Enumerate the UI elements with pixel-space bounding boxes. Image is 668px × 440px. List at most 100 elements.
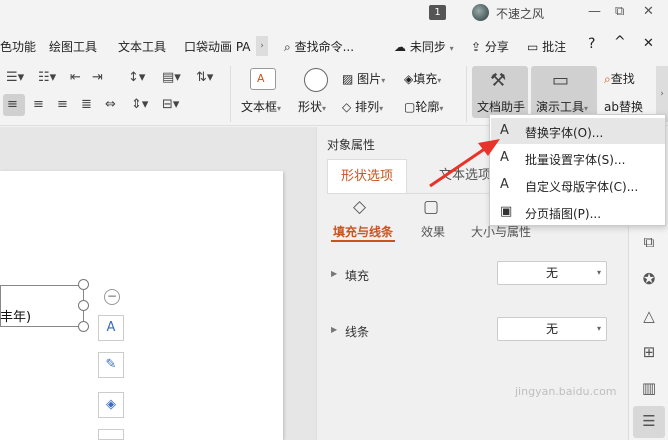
resize-handle[interactable] [78, 321, 89, 332]
effect-icon[interactable]: ▢ [423, 197, 439, 217]
close-window-button[interactable]: ✕ [643, 4, 654, 19]
justify-icon[interactable]: ≣ [81, 97, 92, 112]
active-tab-underline [331, 240, 395, 242]
share-label: 分享 [484, 40, 509, 54]
textbox-button[interactable]: 文本框▾ [241, 98, 281, 115]
fill-label: 填充 [413, 72, 438, 86]
expand-arrow-icon[interactable]: ▶ [331, 269, 337, 278]
present-tools-menu: A 替换字体(O)... A 批量设置字体(S)... A 自定义母版字体(C)… [489, 114, 666, 226]
collapse-ribbon-button[interactable]: ^ [614, 34, 626, 50]
tab-pocket-animation[interactable]: 口袋动画 PA [184, 38, 251, 55]
sub-tab-fill-line[interactable]: 填充与线条 [333, 223, 393, 240]
chevron-down-icon: ▾ [322, 104, 327, 113]
share-button[interactable]: ⇪ 分享 [471, 38, 509, 55]
tab-text-options[interactable]: 文本选项 [439, 159, 491, 193]
find-button[interactable]: ⌕查找 [604, 70, 635, 87]
resize-handle[interactable] [78, 279, 89, 290]
bullet-list-icon[interactable]: ☰▾ [6, 70, 24, 85]
search-icon: ⌕ [604, 72, 611, 86]
shape-icon[interactable] [304, 68, 328, 92]
menu-item-label: 替换字体(O)... [525, 126, 604, 140]
more-tools-icon[interactable] [98, 429, 124, 440]
chevron-down-icon: ▾ [277, 104, 282, 113]
minimize-button[interactable]: — [588, 4, 601, 19]
menu-item-master-font[interactable]: A 自定义母版字体(C)... [491, 172, 665, 198]
textbox-icon[interactable]: A [250, 68, 276, 90]
layers-icon[interactable]: △ [639, 307, 659, 327]
fill-bucket-icon[interactable]: ◈ [98, 392, 124, 418]
picture-icon: ▨ [342, 72, 354, 86]
shape-text: 丰年) [0, 310, 32, 325]
image-icon: ▣ [500, 204, 513, 219]
search-icon: ⌕ [284, 40, 291, 54]
tab-shape-options[interactable]: 形状选项 [327, 159, 407, 193]
fill-button[interactable]: ◈填充▾ [404, 70, 441, 87]
align-right-icon[interactable]: ≡ [57, 97, 68, 112]
present-tools-label: 演示工具 [536, 100, 585, 114]
window-count-badge[interactable]: 1 [429, 5, 446, 20]
comment-icon: ▭ [527, 40, 539, 54]
chevron-down-icon: ▾ [439, 104, 444, 113]
comment-button[interactable]: ▭ 批注 [527, 38, 566, 55]
copy-icon[interactable]: ⧉ [639, 233, 659, 253]
tab-text-tools[interactable]: 文本工具 [118, 38, 166, 55]
fill-label[interactable]: 填充 [345, 267, 369, 284]
expand-arrow-icon[interactable]: ▶ [331, 325, 337, 334]
menu-item-page-illustration[interactable]: ▣ 分页插图(P)... [491, 199, 665, 225]
text-direction-icon[interactable]: ⇅▾ [196, 70, 213, 85]
align-text-icon[interactable]: ⊟▾ [162, 97, 179, 112]
shape-label: 形状 [298, 100, 323, 114]
find-label: 查找 [610, 72, 635, 86]
distribute-icon[interactable]: ⇔ [105, 97, 116, 112]
chart-icon[interactable]: ▥ [639, 379, 659, 399]
arrange-button[interactable]: ◇ 排列▾ [342, 98, 383, 115]
line-select[interactable]: 无 ▾ [497, 317, 607, 341]
sub-tab-effect[interactable]: 效果 [421, 223, 445, 240]
doc-helper-button[interactable]: 文档助手 [477, 98, 525, 115]
shape-button[interactable]: 形状▾ [298, 98, 326, 115]
text-format-icon[interactable]: A [98, 315, 124, 341]
badge-icon[interactable]: ✪ [639, 270, 659, 290]
sync-label: 未同步 [409, 40, 446, 54]
brush-icon[interactable]: ✎ [98, 352, 124, 378]
settings-sliders-icon[interactable]: ☰ [639, 412, 659, 432]
present-tools-button[interactable]: 演示工具▾ [536, 98, 588, 115]
line-label[interactable]: 线条 [345, 323, 369, 340]
share-icon: ⇪ [471, 40, 482, 54]
fill-line-icon[interactable]: ◇ [353, 197, 366, 217]
increase-indent-icon[interactable]: ⇥ [92, 70, 103, 85]
title-bar: 1 不速之风 — ⧉ ✕ [0, 0, 668, 26]
close-tab-button[interactable]: ✕ [643, 36, 654, 51]
menu-item-batch-font[interactable]: A 批量设置字体(S)... [491, 145, 665, 171]
arrange-icon: ◇ [342, 100, 352, 114]
arrange-label: 排列 [355, 100, 380, 114]
decrease-indent-icon[interactable]: ⇤ [70, 70, 81, 85]
resize-handle[interactable] [78, 300, 89, 311]
menu-item-replace-font[interactable]: A 替换字体(O)... [491, 118, 665, 144]
tabs-more-arrow[interactable]: › [256, 36, 268, 56]
fill-select[interactable]: 无 ▾ [497, 261, 607, 285]
paragraph-spacing-icon[interactable]: ⇕▾ [131, 97, 148, 112]
tab-color-function[interactable]: 色功能 [0, 38, 36, 55]
font-master-icon: A [500, 177, 509, 192]
username[interactable]: 不速之风 [496, 5, 544, 22]
grid-icon[interactable]: ⊞ [639, 343, 659, 363]
sync-status-button[interactable]: ☁ 未同步 ▾ [394, 38, 454, 55]
restore-button[interactable]: ⧉ [615, 4, 624, 19]
avatar[interactable] [472, 4, 489, 21]
column-icon[interactable]: ▤▾ [162, 70, 181, 85]
line-spacing-icon[interactable]: ↕▾ [128, 70, 145, 85]
tab-drawing-tools[interactable]: 绘图工具 [49, 38, 97, 55]
align-center-icon[interactable]: ≡ [33, 97, 44, 112]
search-command[interactable]: ⌕ 查找命令... [284, 38, 354, 55]
align-left-icon[interactable]: ≡ [7, 97, 18, 112]
picture-button[interactable]: ▨ 图片▾ [342, 70, 385, 87]
help-button[interactable]: ? [588, 36, 595, 52]
chevron-down-icon: ▾ [379, 104, 384, 113]
numbered-list-icon[interactable]: ☷▾ [38, 70, 56, 85]
replace-button[interactable]: ab替换 [604, 98, 643, 115]
line-select-value: 无 [545, 322, 558, 336]
menu-item-label: 批量设置字体(S)... [525, 153, 626, 167]
collapse-icon[interactable]: − [104, 289, 120, 305]
outline-button[interactable]: ▢轮廓▾ [404, 98, 443, 115]
